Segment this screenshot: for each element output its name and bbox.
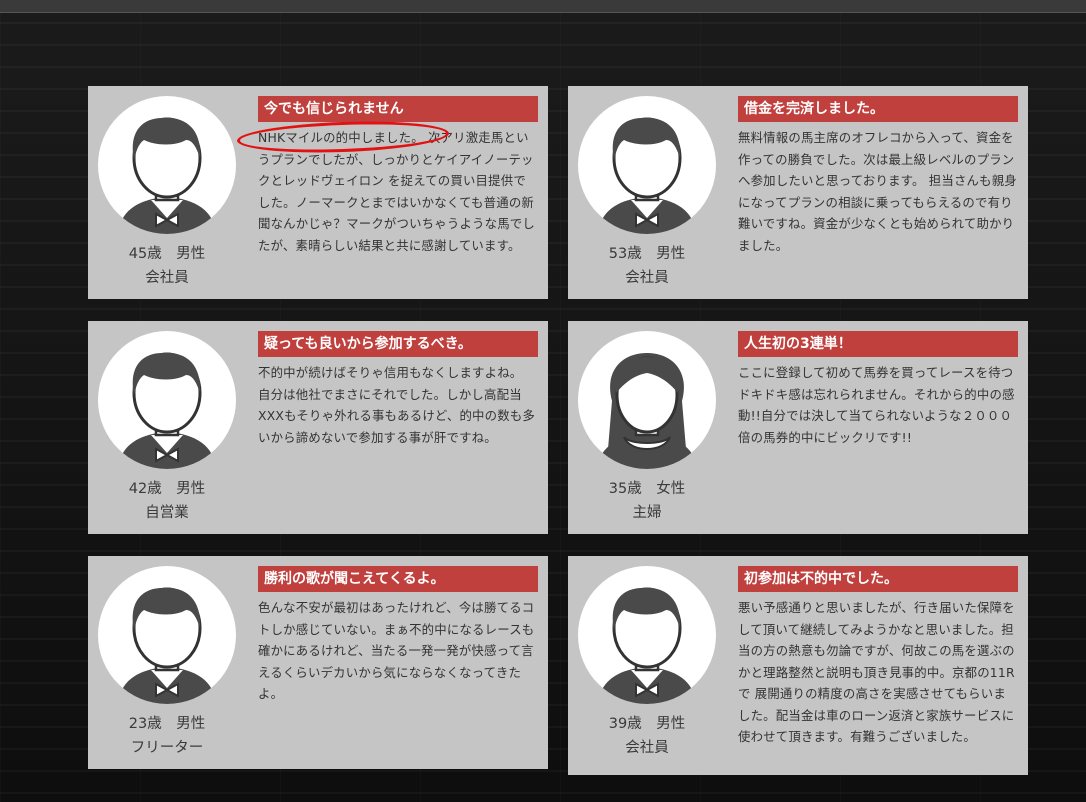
avatar-column: 23歳 男性 フリーター bbox=[98, 566, 236, 760]
occupation: 主婦 bbox=[632, 505, 662, 521]
avatar-column: 35歳 女性 主婦 bbox=[578, 331, 716, 525]
testimonial-body: 色んな不安が最初はあったけれど、今は勝てるコトしか感じていない。まぁ不的中になる… bbox=[258, 600, 535, 701]
testimonial-title: 勝利の歌が聞こえてくるよ。 bbox=[258, 566, 538, 592]
testimonial-title: 今でも信じられません bbox=[258, 96, 538, 122]
testimonial-body: 無料情報の馬主席のオフレコから入って、資金を作っての勝負でした。次は最上級レベル… bbox=[738, 130, 1017, 253]
occupation: フリーター bbox=[130, 740, 204, 756]
avatar-column: 53歳 男性 会社員 bbox=[578, 96, 716, 290]
male-silhouette-icon bbox=[118, 587, 216, 704]
occupation: 自営業 bbox=[145, 505, 189, 521]
age-gender: 45歳 男性 bbox=[128, 246, 206, 262]
testimonial-title: 人生初の3連単！ bbox=[738, 331, 1018, 357]
occupation: 会社員 bbox=[625, 270, 669, 286]
avatar-column: 39歳 男性 会社員 bbox=[578, 566, 716, 760]
testimonial-card: 39歳 男性 会社員 初参加は不的中でした。 悪い予感通りと思いましたが、行き届… bbox=[568, 556, 1028, 775]
testimonial-body: 不的中が続けばそりゃ信用もなくしますよね。 自分は他社でまさにそれでした。しかし… bbox=[258, 365, 536, 445]
avatar-column: 42歳 男性 自営業 bbox=[98, 331, 236, 525]
avatar bbox=[578, 96, 716, 234]
testimonial-title: 初参加は不的中でした。 bbox=[738, 566, 1018, 592]
male-silhouette-icon bbox=[118, 352, 216, 469]
avatar bbox=[98, 566, 236, 704]
age-gender: 23歳 男性 bbox=[128, 716, 206, 732]
male-silhouette-icon bbox=[598, 117, 696, 234]
age-gender: 53歳 男性 bbox=[608, 246, 686, 262]
testimonial-card: 45歳 男性 会社員 今でも信じられません NHKマイルの的中しました。 次アリ… bbox=[88, 86, 548, 299]
testimonial-title: 疑っても良いから参加するべき。 bbox=[258, 331, 538, 357]
male-silhouette-icon bbox=[598, 587, 696, 704]
age-gender: 35歳 女性 bbox=[608, 481, 686, 497]
avatar-column: 45歳 男性 会社員 bbox=[98, 96, 236, 290]
age-gender: 39歳 男性 bbox=[608, 716, 686, 732]
occupation: 会社員 bbox=[145, 270, 189, 286]
testimonial-card: 42歳 男性 自営業 疑っても良いから参加するべき。 不的中が続けばそりゃ信用も… bbox=[88, 321, 548, 534]
avatar bbox=[98, 331, 236, 469]
testimonial-body: 悪い予感通りと思いましたが、行き届いた保障をして頂いて継続してみようかなと思いま… bbox=[738, 600, 1015, 744]
avatar bbox=[578, 331, 716, 469]
testimonial-card: 35歳 女性 主婦 人生初の3連単！ ここに登録して初めて馬券を買ってレースを待… bbox=[568, 321, 1028, 534]
age-gender: 42歳 男性 bbox=[128, 481, 206, 497]
male-silhouette-icon bbox=[118, 117, 216, 234]
testimonial-body: ここに登録して初めて馬券を買ってレースを待つドキドキ感は忘れられません。それから… bbox=[738, 365, 1015, 445]
avatar bbox=[98, 96, 236, 234]
occupation: 会社員 bbox=[625, 740, 669, 756]
testimonial-title: 借金を完済しました。 bbox=[738, 96, 1018, 122]
top-bar bbox=[0, 0, 1086, 13]
avatar bbox=[578, 566, 716, 704]
testimonial-card: 53歳 男性 会社員 借金を完済しました。 無料情報の馬主席のオフレコから入って… bbox=[568, 86, 1028, 299]
female-silhouette-icon bbox=[596, 353, 698, 469]
testimonial-card: 23歳 男性 フリーター 勝利の歌が聞こえてくるよ。 色んな不安が最初はあったけ… bbox=[88, 556, 548, 769]
